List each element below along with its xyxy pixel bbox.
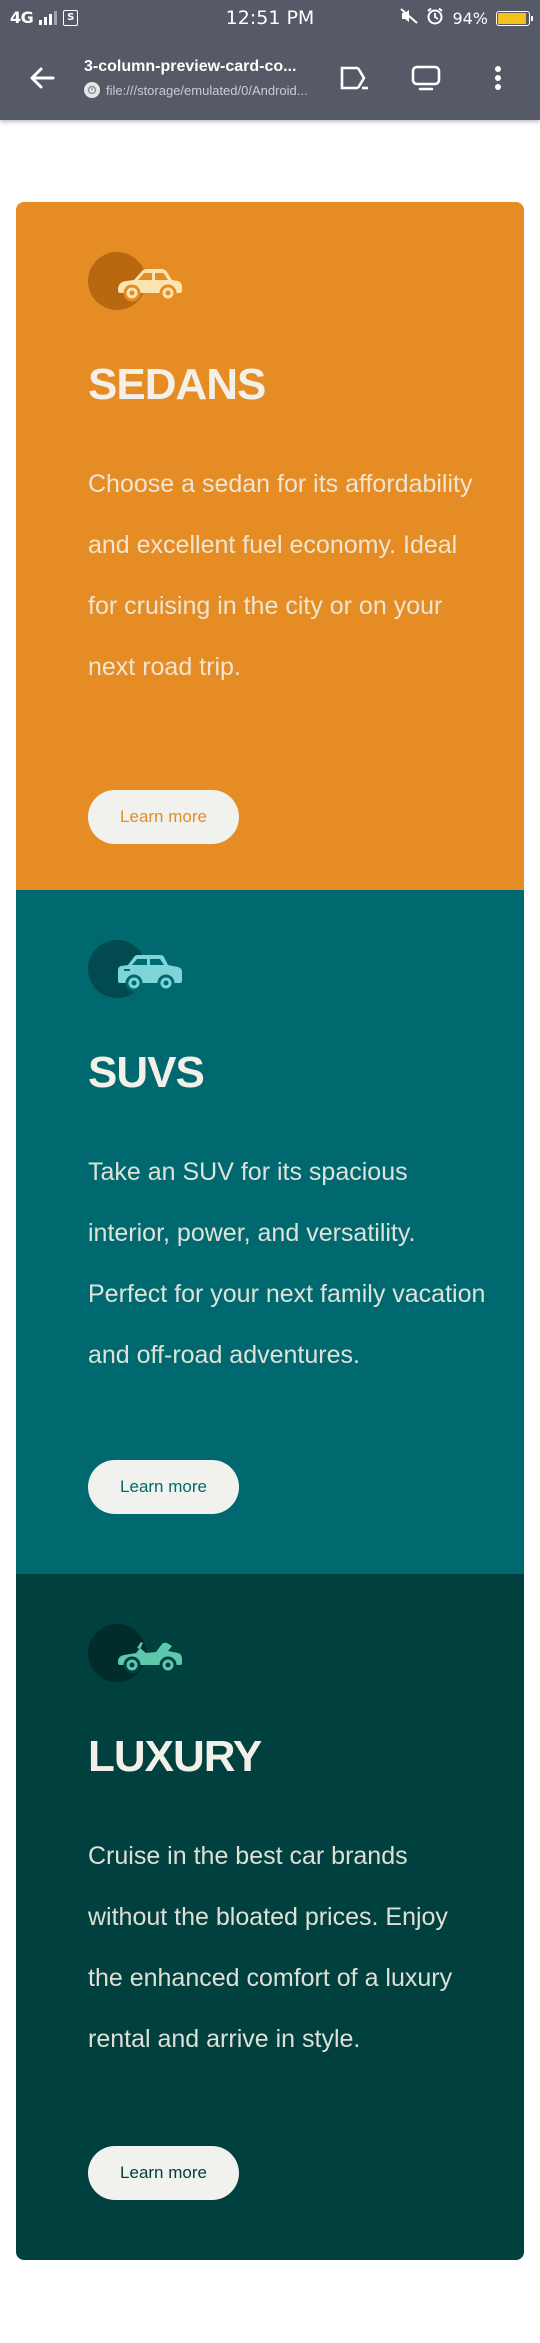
tabs-button[interactable] (406, 60, 446, 96)
back-button[interactable] (22, 60, 62, 96)
battery-level (498, 12, 527, 24)
luxury-car-icon (88, 1622, 188, 1686)
url-row: file:///storage/emulated/0/Android... (84, 82, 314, 98)
battery-percent: 94% (452, 8, 488, 28)
lock-icon (84, 82, 100, 98)
learn-more-button-luxury[interactable]: Learn more (88, 2146, 239, 2200)
card-title-luxury: LUXURY (88, 1732, 262, 1781)
page-title: 3-column-preview-card-co... (84, 58, 297, 75)
back-arrow-icon (30, 67, 55, 89)
share-button[interactable] (334, 60, 374, 96)
mute-icon (400, 8, 419, 28)
card-body-suvs: Take an SUV for its spacious interior, p… (88, 1158, 486, 1369)
card-suvs: SUVS Take an SUV for its spacious interi… (16, 890, 524, 1574)
battery-icon (496, 10, 533, 26)
preview-cards: SEDANS Choose a sedan for its affordabil… (16, 202, 524, 2260)
learn-more-button-suvs[interactable]: Learn more (88, 1460, 239, 1514)
card-title-suvs: SUVS (88, 1048, 205, 1097)
card-body-luxury: Cruise in the best car brands without th… (88, 1842, 453, 2053)
card-luxury: LUXURY Cruise in the best car brands wit… (16, 1574, 524, 2260)
browser-toolbar: 3-column-preview-card-co... file:///stor… (0, 36, 540, 120)
card-body-sedans: Choose a sedan for its affordability and… (88, 470, 473, 681)
overflow-menu-button[interactable] (478, 60, 518, 96)
learn-more-button-sedans[interactable]: Learn more (88, 790, 239, 844)
status-bar: 4G S 12:51 PM 94% (0, 0, 540, 36)
overflow-menu-icon (495, 66, 501, 90)
card-sedans: SEDANS Choose a sedan for its affordabil… (16, 202, 524, 890)
card-title-sedans: SEDANS (88, 360, 266, 409)
share-icon (340, 66, 368, 90)
alarm-icon (426, 7, 444, 29)
address-area[interactable]: 3-column-preview-card-co... file:///stor… (84, 58, 314, 98)
suv-car-icon (88, 938, 188, 1002)
sedan-car-icon (88, 250, 188, 314)
tabs-icon (411, 65, 441, 91)
status-bar-right: 94% (400, 7, 533, 29)
page-url: file:///storage/emulated/0/Android... (106, 82, 308, 98)
